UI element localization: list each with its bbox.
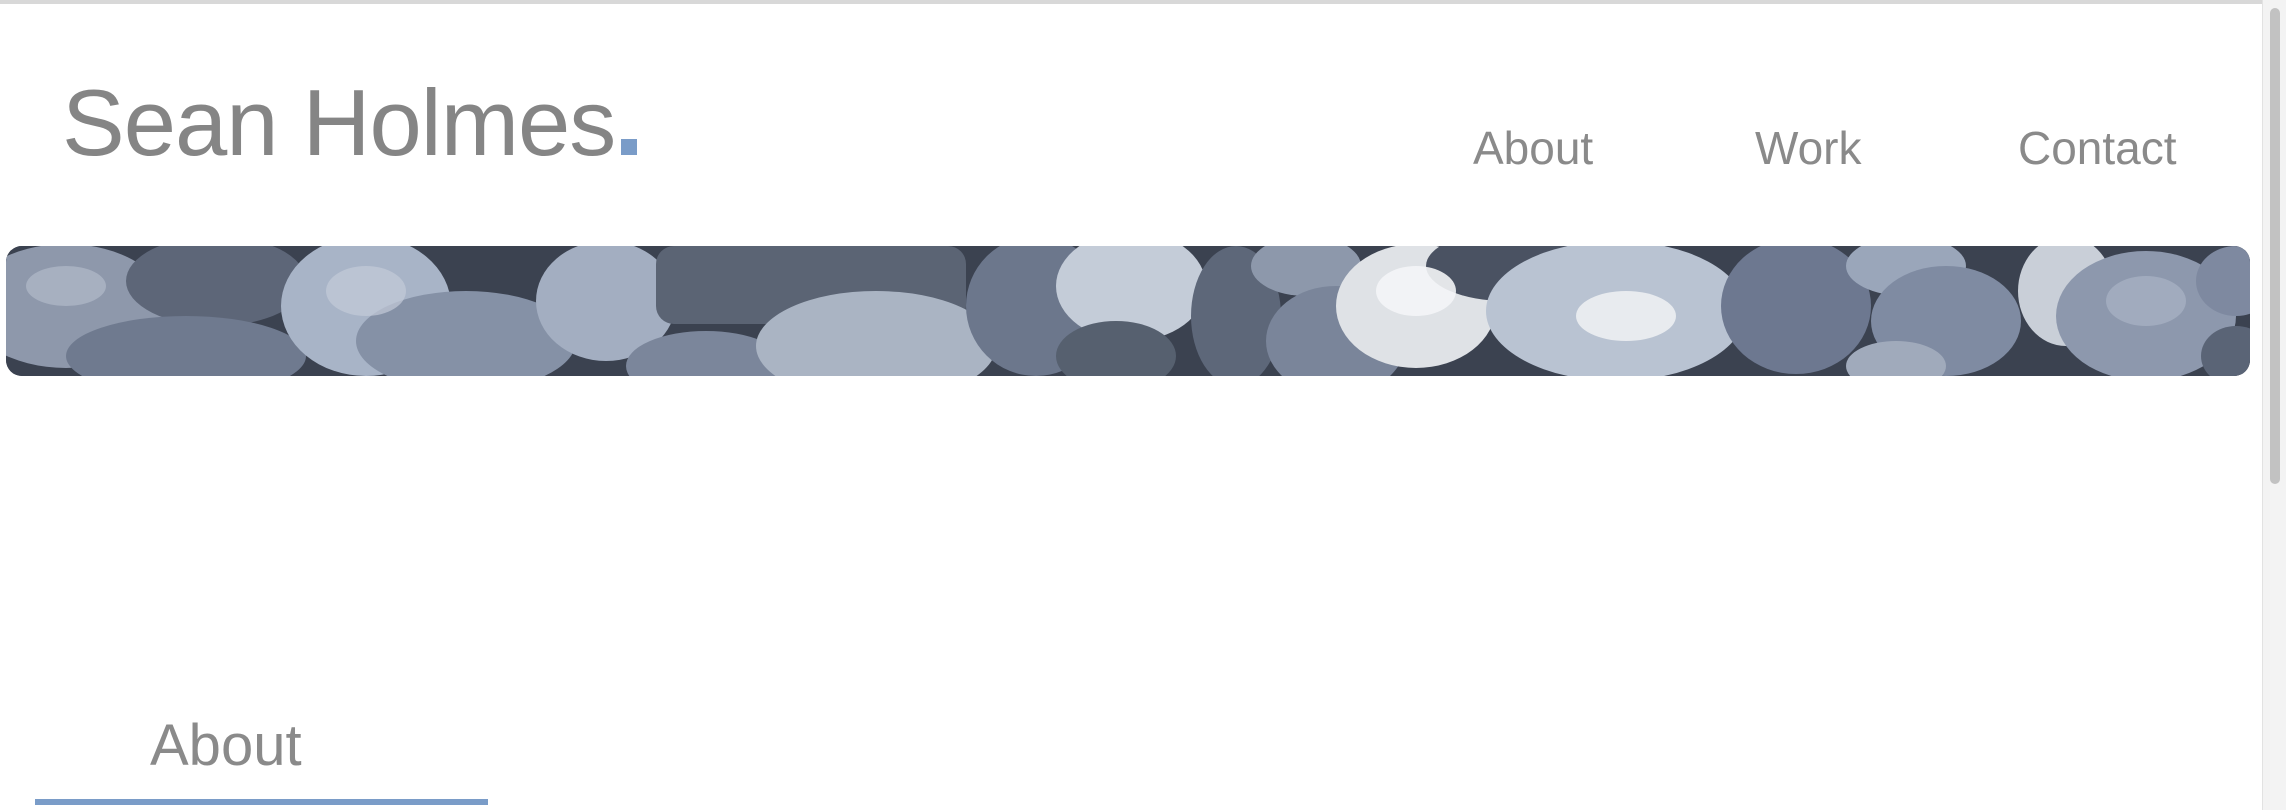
pebbles-image (6, 246, 2250, 376)
vertical-scrollbar[interactable] (2262, 0, 2286, 810)
nav-item-about[interactable]: About (1473, 118, 1593, 178)
scrollbar-thumb[interactable] (2270, 8, 2280, 484)
main-nav: About Work Contact (0, 118, 2262, 178)
nav-item-work[interactable]: Work (1755, 118, 1862, 178)
top-border (0, 0, 2262, 4)
page: Sean Holmes About Work Contact About (0, 0, 2286, 810)
section-title-underline (35, 799, 488, 805)
pebbles-banner-image (6, 246, 2250, 376)
nav-item-contact[interactable]: Contact (2018, 118, 2177, 178)
about-section-title: About (150, 713, 302, 778)
